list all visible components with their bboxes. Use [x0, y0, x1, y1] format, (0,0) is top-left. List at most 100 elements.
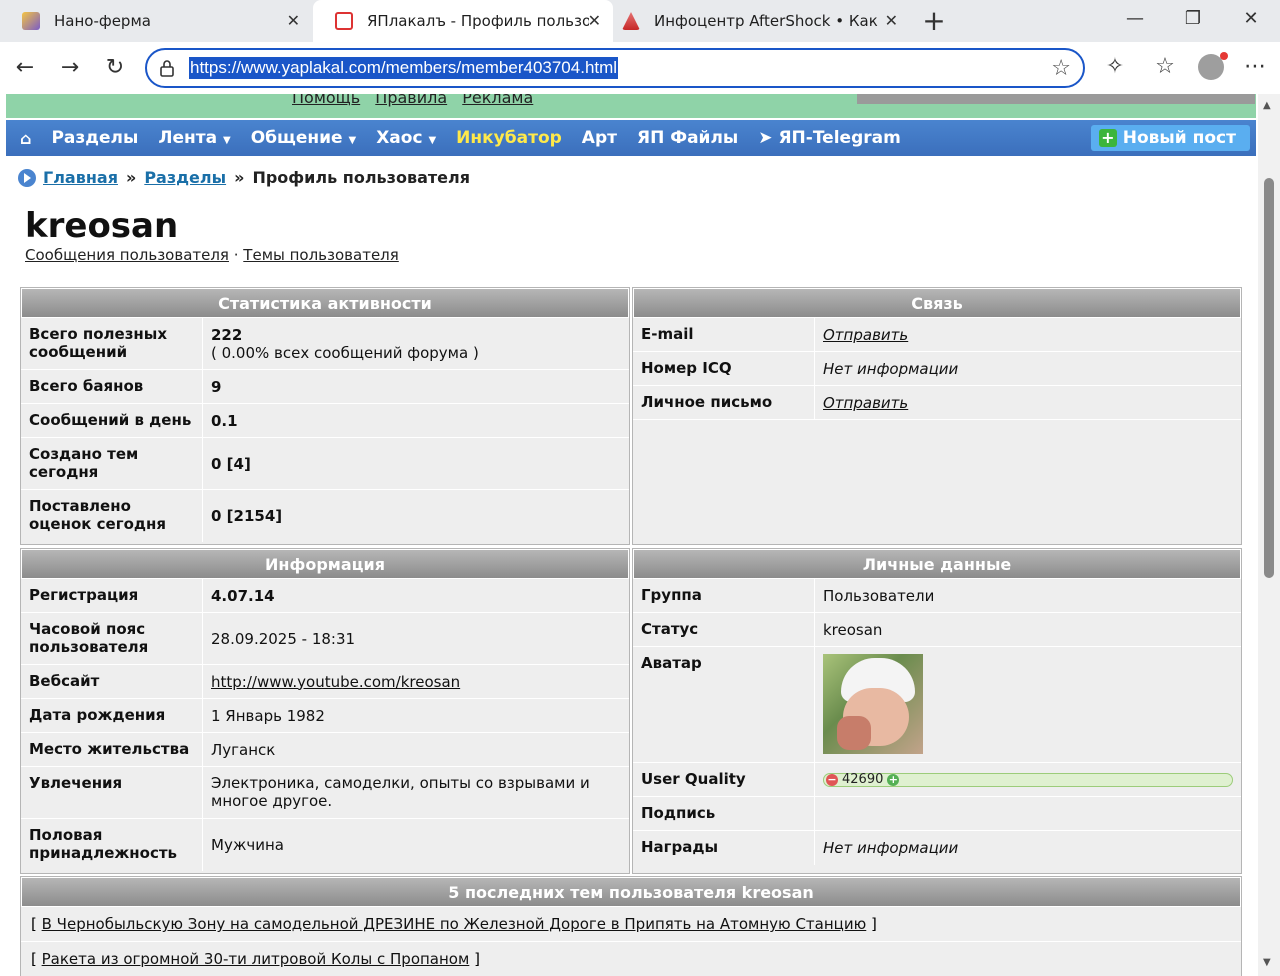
contact-key: E-mail [633, 318, 815, 351]
personal-key: Подпись [633, 797, 815, 830]
address-bar[interactable]: https://www.yaplakal.com/members/member4… [145, 48, 1085, 88]
personal-value [815, 797, 1241, 830]
scroll-up-icon[interactable]: ▲ [1263, 100, 1271, 111]
send-private-message-link[interactable]: Отправить [823, 394, 1233, 412]
close-window-icon[interactable]: ✕ [1236, 8, 1266, 29]
stats-value: 0 [2154] [211, 507, 283, 525]
website-link[interactable]: http://www.youtube.com/kreosan [211, 673, 621, 691]
topic-link[interactable]: В Чернобыльскую Зону на самодельной ДРЕЗ… [42, 915, 867, 933]
contact-row: Личное письмо Отправить [633, 386, 1241, 420]
page-title: kreosan [25, 206, 179, 246]
info-row: Половая принадлежность Мужчина [21, 819, 629, 871]
personal-key: Аватар [633, 647, 815, 762]
profile-avatar-icon[interactable] [1198, 52, 1228, 80]
useful-posts-count: 222 [211, 325, 243, 344]
avatar-hand [837, 716, 871, 750]
back-arrow-icon[interactable]: ← [10, 54, 40, 82]
restore-window-icon[interactable]: ❐ [1178, 8, 1208, 29]
ads-link[interactable]: Реклама [462, 94, 533, 107]
stats-value: 0 [4] [211, 454, 251, 473]
personal-header: Личные данные [633, 549, 1241, 579]
rules-link[interactable]: Правила [375, 94, 447, 107]
menu-sections[interactable]: Разделы [51, 128, 138, 148]
forward-arrow-icon[interactable]: → [55, 54, 85, 82]
bookmark-star-icon[interactable]: ☆ [1051, 56, 1071, 81]
menu-telegram[interactable]: ➤ ЯП-Telegram [758, 128, 901, 148]
info-key: Вебсайт [21, 665, 203, 698]
yaplakal-favicon-icon [335, 12, 353, 30]
personal-key: Награды [633, 831, 815, 865]
personal-key: User Quality [633, 763, 815, 796]
personal-value: Нет информации [823, 839, 959, 857]
info-key: Дата рождения [21, 699, 203, 732]
tab-aftershock[interactable]: Инфоцентр AfterShock • Каким б ✕ [600, 0, 910, 42]
new-post-label: Новый пост [1122, 128, 1236, 148]
contact-panel: Связь E-mail Отправить Номер ICQ Нет инф… [632, 287, 1242, 545]
stats-value: 9 [211, 377, 222, 396]
info-key: Половая принадлежность [21, 819, 203, 871]
new-post-button[interactable]: + Новый пост [1090, 125, 1250, 151]
info-row: Вебсайт http://www.youtube.com/kreosan [21, 665, 629, 699]
menu-communication[interactable]: Общение ▼ [251, 128, 356, 148]
stats-row: Всего полезных сообщений 222 ( 0.00% все… [21, 318, 629, 370]
chevron-down-icon: ▼ [428, 135, 437, 146]
dot-separator: · [233, 246, 244, 264]
breadcrumb-home[interactable]: Главная [43, 168, 118, 187]
page-scrollbar[interactable]: ▲ ▼ [1258, 94, 1280, 976]
bracket-close: ] [866, 915, 877, 933]
tab-nano-farm[interactable]: Нано-ферма ✕ [0, 0, 312, 42]
scroll-thumb[interactable] [1264, 178, 1274, 578]
scroll-down-icon[interactable]: ▼ [1263, 957, 1271, 968]
minimize-icon[interactable]: — [1120, 8, 1150, 29]
url-text[interactable]: https://www.yaplakal.com/members/member4… [189, 57, 619, 79]
breadcrumb-sections[interactable]: Разделы [144, 168, 226, 187]
lock-icon[interactable] [159, 59, 175, 77]
minus-icon[interactable]: − [826, 773, 838, 786]
reload-icon[interactable]: ↻ [100, 54, 130, 82]
personal-row: Статус kreosan [633, 613, 1241, 647]
favorites-icon[interactable]: ☆ [1150, 54, 1180, 79]
contact-value: Отправить [815, 386, 1241, 419]
extensions-icon[interactable]: ✧ [1100, 54, 1130, 79]
aftershock-favicon-icon [622, 12, 640, 30]
top-links: Помощь Правила Реклама [292, 94, 543, 107]
info-key: Увлечения [21, 767, 203, 818]
more-menu-icon[interactable]: ⋯ [1240, 54, 1270, 79]
breadcrumb-separator: » [234, 168, 245, 187]
info-row: Часовой пояс пользователя 28.09.2025 - 1… [21, 613, 629, 665]
menu-chaos[interactable]: Хаос ▼ [376, 128, 436, 148]
info-row: Дата рождения 1 Январь 1982 [21, 699, 629, 733]
menu-yap-files[interactable]: ЯП Файлы [637, 128, 738, 148]
stats-key: Всего баянов [21, 370, 203, 403]
personal-row: Награды Нет информации [633, 831, 1241, 865]
bracket-close: ] [469, 950, 480, 968]
tab-yaplakal[interactable]: ЯПлакалъ - Профиль пользовате ✕ [313, 0, 613, 42]
send-email-link[interactable]: Отправить [823, 326, 1233, 344]
info-value: Мужчина [211, 836, 284, 854]
plus-icon[interactable]: + [887, 773, 900, 786]
home-icon[interactable]: ⌂ [20, 129, 31, 148]
info-key: Регистрация [21, 579, 203, 612]
topic-link[interactable]: Ракета из огромной 30-ти литровой Колы с… [42, 950, 470, 968]
new-tab-plus-icon[interactable]: + [920, 4, 948, 37]
close-icon[interactable]: ✕ [885, 11, 898, 30]
user-links: Сообщения пользователя · Темы пользовате… [25, 246, 399, 264]
contact-key: Личное письмо [633, 386, 815, 419]
main-menu: ⌂ Разделы Лента ▼ Общение ▼ Хаос ▼ Инкуб… [6, 120, 1256, 156]
user-topics-link[interactable]: Темы пользователя [243, 246, 399, 264]
info-value: http://www.youtube.com/kreosan [203, 665, 629, 698]
personal-value: kreosan [823, 620, 883, 639]
menu-incubator[interactable]: Инкубатор [456, 128, 562, 148]
menu-feed[interactable]: Лента ▼ [158, 128, 230, 148]
close-icon[interactable]: ✕ [588, 11, 601, 30]
personal-row: User Quality − 42690 + [633, 763, 1241, 797]
tab-bar: Нано-ферма ✕ ЯПлакалъ - Профиль пользова… [0, 0, 1280, 42]
breadcrumb-separator: » [125, 168, 137, 187]
info-value: 4.07.14 [211, 586, 275, 605]
menu-art[interactable]: Арт [582, 128, 617, 148]
help-link[interactable]: Помощь [292, 94, 360, 107]
stats-key: Сообщений в день [21, 404, 203, 437]
user-messages-link[interactable]: Сообщения пользователя [25, 246, 229, 264]
info-row: Регистрация 4.07.14 [21, 579, 629, 613]
close-icon[interactable]: ✕ [287, 11, 300, 30]
